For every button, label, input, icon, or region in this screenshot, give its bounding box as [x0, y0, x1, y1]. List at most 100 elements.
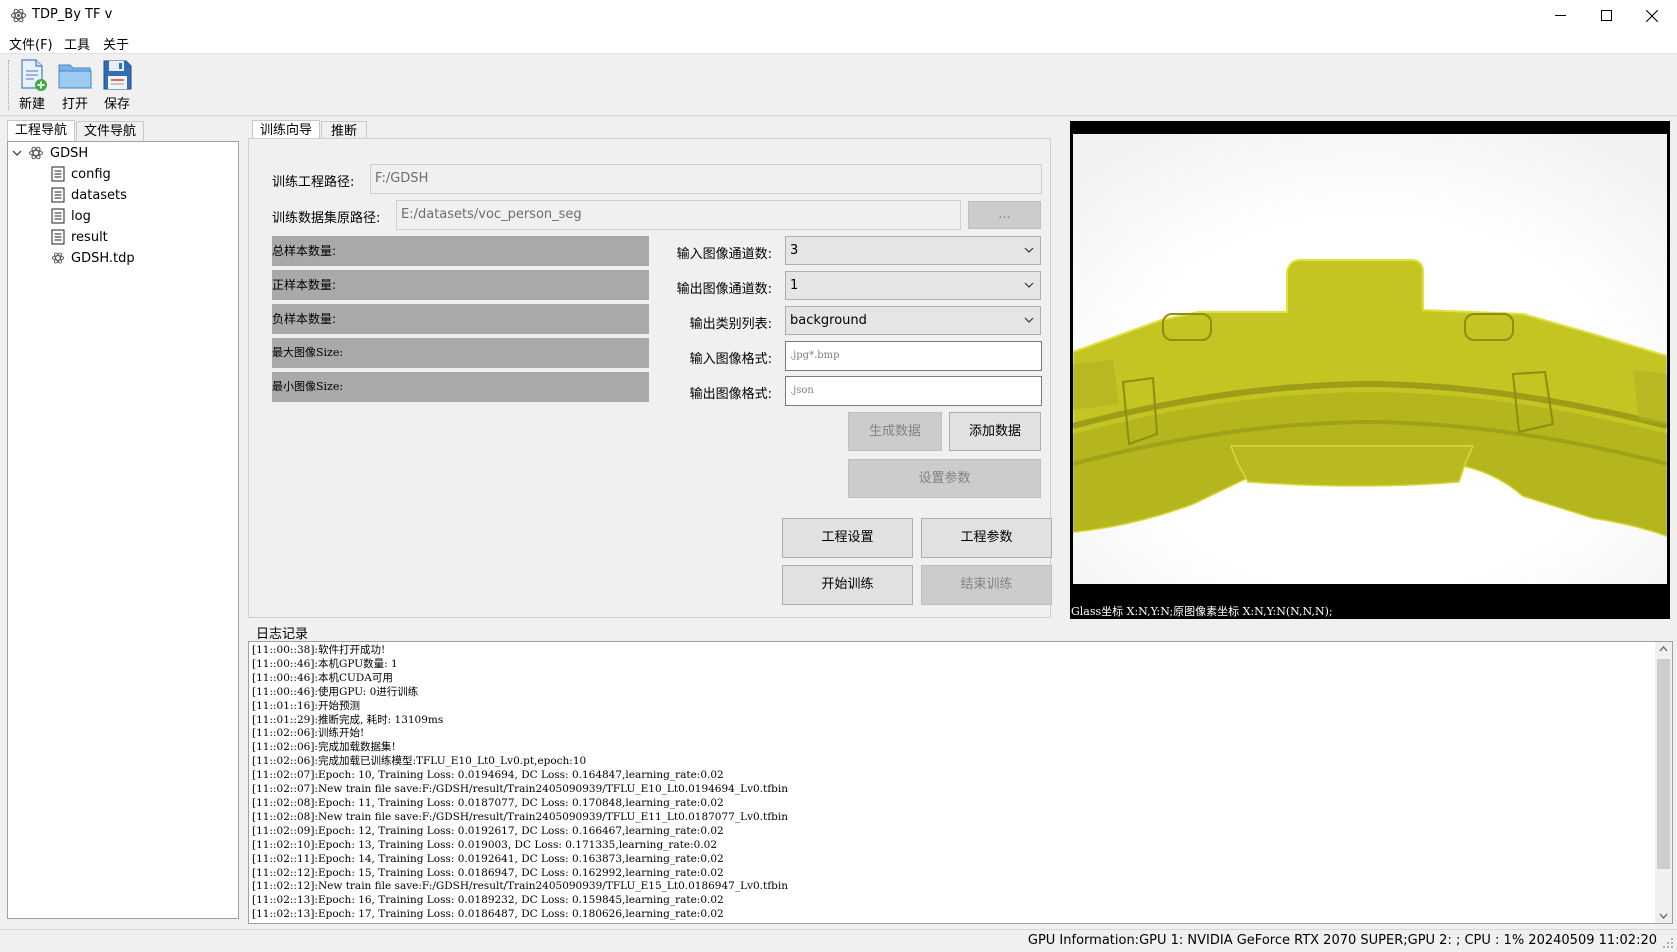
log-line: [11::02::06]:完成加载数据集! — [252, 741, 396, 754]
scroll-thumb[interactable] — [1657, 659, 1670, 869]
log-lines: [11::00::38]:软件打开成功! [11::00::46]:本机GPU数量… — [252, 644, 788, 922]
add-data-button[interactable]: 添加数据 — [949, 412, 1041, 451]
toolbar-grip — [8, 60, 11, 110]
tree-item-datasets[interactable]: datasets — [51, 185, 127, 205]
resize-grip-icon[interactable] — [1663, 938, 1674, 949]
tree-item-label: log — [71, 208, 91, 224]
tree-item-tdp[interactable]: GDSH.tdp — [51, 248, 135, 268]
log-scrollbar[interactable] — [1655, 642, 1672, 923]
log-line: [11::01::16]:开始预测 — [252, 699, 360, 712]
log-line: [11::02::12]:Epoch: 15, Training Loss: 0… — [252, 866, 724, 879]
open-folder-icon — [58, 64, 92, 89]
chevron-down-icon — [1024, 282, 1034, 288]
document-icon — [51, 187, 65, 203]
segmented-part-image — [1073, 134, 1667, 584]
tree-root-label: GDSH — [50, 145, 89, 161]
open-button-label: 打开 — [61, 97, 88, 112]
tree-item-config[interactable]: config — [51, 164, 111, 184]
input-format-label: 输入图像格式: — [689, 352, 772, 367]
output-channels-select[interactable]: 1 — [785, 271, 1041, 300]
menu-bar: 文件(F) 工具 关于 — [0, 31, 1677, 53]
close-button[interactable] — [1629, 0, 1675, 31]
output-channels-label: 输出图像通道数: — [676, 282, 772, 297]
minimize-button[interactable] — [1537, 0, 1583, 31]
log-line: [11::02::06]:训练开始! — [252, 727, 365, 740]
project-params-button[interactable]: 工程参数 — [921, 518, 1052, 558]
minimize-icon — [1554, 15, 1566, 16]
document-icon — [51, 208, 65, 224]
input-channels-value: 3 — [790, 243, 799, 258]
new-file-icon — [21, 59, 47, 91]
new-button[interactable]: 新建 — [12, 58, 52, 112]
tree-item-label: GDSH.tdp — [71, 250, 135, 266]
save-button-label: 保存 — [103, 97, 130, 112]
open-button[interactable]: 打开 — [55, 58, 95, 112]
chevron-down-icon — [12, 150, 22, 156]
log-line: [11::02::11]:Epoch: 14, Training Loss: 0… — [252, 852, 724, 865]
status-bar: GPU Information:GPU 1: NVIDIA GeForce RT… — [0, 929, 1677, 952]
set-params-button[interactable]: 设置参数 — [848, 459, 1041, 498]
tab-file-nav[interactable]: 文件导航 — [76, 121, 144, 141]
project-settings-button[interactable]: 工程设置 — [782, 518, 913, 558]
log-line: [11::02::12]:New train file save:F:/GDSH… — [252, 880, 788, 893]
coordinate-readout: Glass坐标 X:N,Y:N;原图像素坐标 X:N,Y:N(N,N,N); — [1071, 605, 1333, 618]
max-image-size-bar: 最大图像Size: — [272, 338, 649, 368]
total-samples-bar: 总样本数量: — [272, 236, 649, 266]
tree-item-result[interactable]: result — [51, 227, 108, 247]
document-icon — [51, 166, 65, 182]
log-line: [11::01::29]:推断完成, 耗时: 13109ms — [252, 713, 444, 726]
menu-about[interactable]: 关于 — [103, 34, 129, 53]
positive-samples-bar: 正样本数量: — [272, 270, 649, 300]
menu-file[interactable]: 文件(F) — [9, 34, 53, 53]
chevron-down-icon — [1024, 317, 1034, 323]
log-title: 日志记录 — [256, 627, 309, 642]
input-channels-select[interactable]: 3 — [785, 236, 1041, 265]
maximize-button[interactable] — [1583, 0, 1629, 31]
log-line: [11::00::38]:软件打开成功! — [252, 644, 386, 656]
chevron-down-icon — [1024, 247, 1034, 253]
segmentation-preview[interactable] — [1073, 134, 1667, 584]
output-classes-label: 输出类别列表: — [689, 317, 772, 332]
output-classes-select[interactable]: background — [785, 306, 1041, 335]
title-bar: TDP_By TF v — [0, 0, 1677, 31]
log-line: [11::02::13]:Epoch: 16, Training Loss: 0… — [252, 894, 724, 907]
close-icon — [1646, 9, 1658, 22]
document-icon — [51, 229, 65, 245]
tree-item-label: datasets — [71, 187, 127, 203]
log-line: [11::00::46]:使用GPU: 0进行训练 — [252, 685, 419, 698]
log-line: [11::02::07]:Epoch: 10, Training Loss: 0… — [252, 769, 724, 782]
maximize-icon — [1600, 10, 1612, 21]
log-line: [11::02::08]:Epoch: 11, Training Loss: 0… — [252, 796, 724, 809]
menu-tools[interactable]: 工具 — [64, 34, 90, 53]
log-panel[interactable]: [11::00::38]:软件打开成功! [11::00::46]:本机GPU数量… — [248, 641, 1673, 924]
output-classes-value: background — [790, 313, 867, 328]
log-line: [11::00::46]:本机CUDA可用 — [252, 671, 393, 684]
project-path-field[interactable]: F:/GDSH — [370, 164, 1042, 194]
log-line: [11::00::46]:本机GPU数量: 1 — [252, 657, 398, 670]
negative-samples-bar: 负样本数量: — [272, 304, 649, 334]
browse-button[interactable]: ... — [968, 201, 1041, 229]
project-file-icon — [51, 252, 65, 264]
log-line: [11::02::06]:完成加载已训练模型:TFLU_E10_Lt0_Lv0.… — [252, 755, 587, 768]
output-channels-value: 1 — [790, 278, 799, 293]
output-format-field[interactable]: .json — [785, 376, 1042, 406]
log-line: [11::02::10]:Epoch: 13, Training Loss: 0… — [252, 838, 718, 851]
log-line: [11::02::13]:Epoch: 17, Training Loss: 0… — [252, 908, 724, 921]
status-text: GPU Information:GPU 1: NVIDIA GeForce RT… — [1027, 933, 1657, 948]
input-format-field[interactable]: .jpg*.bmp — [785, 341, 1042, 371]
stop-training-button[interactable]: 结束训练 — [921, 565, 1052, 605]
scroll-up-icon[interactable] — [1659, 645, 1668, 652]
generate-data-button[interactable]: 生成数据 — [848, 412, 942, 451]
toolbar: 新建 打开 保存 — [0, 53, 1677, 116]
tree-item-root[interactable]: GDSH — [12, 143, 88, 163]
dataset-path-field[interactable]: E:/datasets/voc_person_seg — [396, 200, 961, 230]
tab-project-nav[interactable]: 工程导航 — [7, 120, 75, 141]
save-button[interactable]: 保存 — [97, 58, 137, 112]
tree-item-label: result — [71, 229, 108, 245]
scroll-down-icon[interactable] — [1659, 913, 1668, 920]
tree-item-log[interactable]: log — [51, 206, 91, 226]
start-training-button[interactable]: 开始训练 — [782, 565, 913, 605]
project-tree: GDSH config datasets log result GDSH.tdp — [7, 141, 239, 919]
save-disk-icon — [103, 60, 132, 90]
log-line: [11::02::09]:Epoch: 12, Training Loss: 0… — [252, 824, 724, 837]
